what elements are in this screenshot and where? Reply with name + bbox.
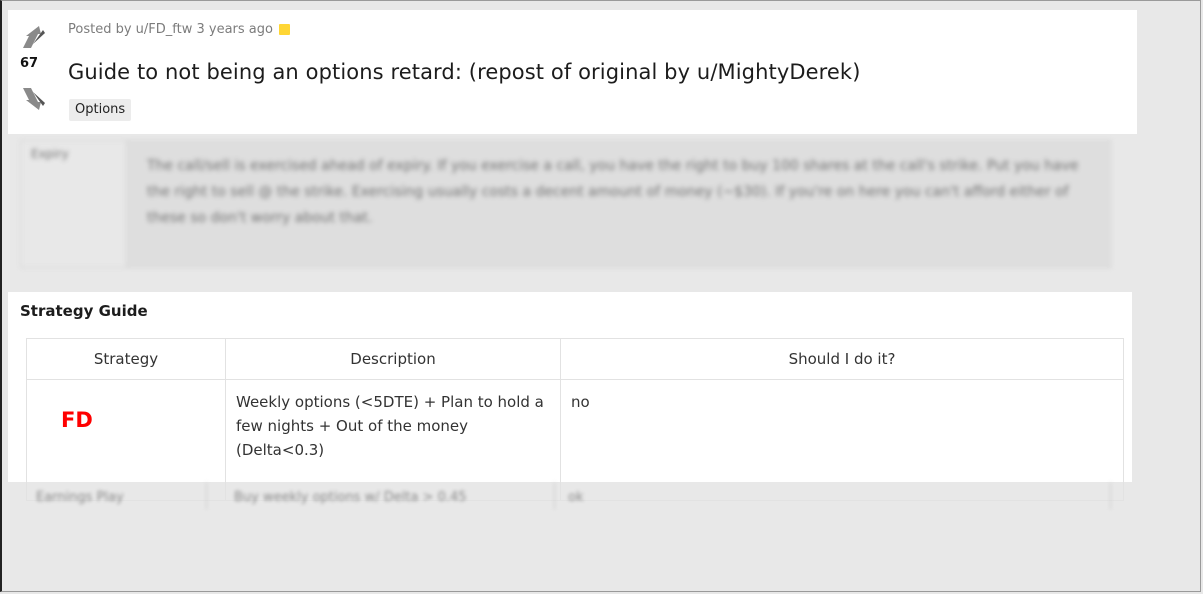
- blurred-text-box: The call/sell is exercised ahead of expi…: [126, 141, 1112, 267]
- blurred-should: ok: [568, 490, 584, 505]
- strategy-guide-heading: Strategy Guide: [20, 302, 148, 320]
- column-header-should: Should I do it?: [560, 338, 1124, 380]
- post-meta-text: Posted by u/FD_ftw 3 years ago: [68, 22, 273, 37]
- column-header-description: Description: [225, 338, 561, 380]
- post-header: 67 Posted by u/FD_ftw 3 years ago Guide …: [8, 10, 1137, 134]
- post-title[interactable]: Guide to not being an options retard: (r…: [68, 60, 861, 84]
- blurred-left-label: Expiry: [31, 147, 69, 161]
- blurred-divider: [206, 482, 207, 510]
- blurred-divider: [554, 482, 555, 510]
- vote-score: 67: [20, 56, 39, 71]
- table-header-row: Strategy Description Should I do it?: [26, 338, 1124, 380]
- vote-column: 67: [8, 10, 62, 134]
- downvote-icon[interactable]: [19, 86, 49, 112]
- strategy-table: Strategy Description Should I do it? FD …: [26, 338, 1124, 501]
- blurred-description: Buy weekly options w/ Delta > 0.45: [234, 490, 467, 505]
- post-flair[interactable]: Options: [69, 99, 132, 121]
- post-meta: Posted by u/FD_ftw 3 years ago: [68, 22, 290, 37]
- strategy-guide-section: Strategy Guide Strategy Description Shou…: [8, 292, 1132, 501]
- blurred-divider: [1110, 482, 1111, 510]
- blurred-table-row: Earnings Play Buy weekly options w/ Delt…: [26, 482, 1112, 510]
- blurred-content-upper: Expiry The call/sell is exercised ahead …: [20, 140, 1112, 268]
- column-header-strategy: Strategy: [26, 338, 226, 380]
- blurred-strategy: Earnings Play: [36, 490, 124, 505]
- upvote-icon[interactable]: [19, 24, 49, 50]
- award-icon: [278, 24, 290, 35]
